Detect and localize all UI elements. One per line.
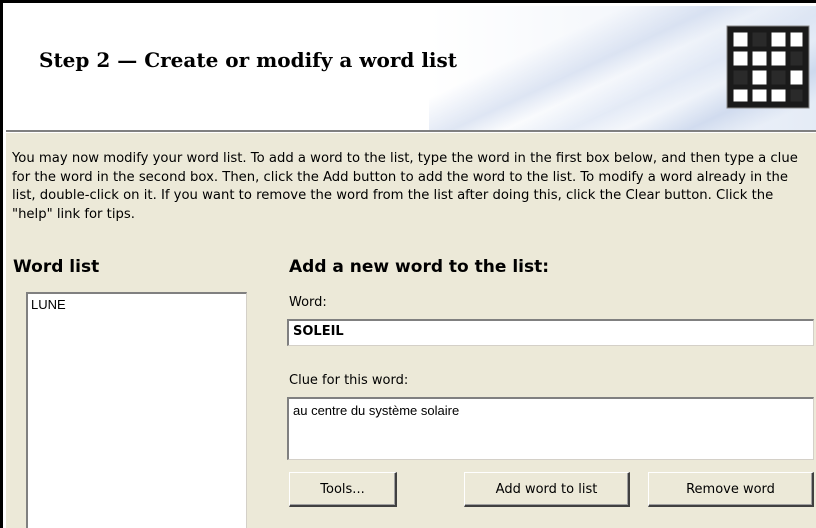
- wizard-body: You may now modify your word list. To ad…: [6, 133, 816, 528]
- remove-word-button[interactable]: Remove word: [648, 472, 814, 507]
- add-word-button[interactable]: Add word to list: [464, 472, 630, 507]
- clue-field[interactable]: au centre du système solaire: [287, 397, 814, 460]
- wizard-window: Step 2 — Create or modify a word list Yo…: [0, 0, 816, 528]
- word-field-label: Word:: [289, 295, 327, 310]
- word-list-box[interactable]: LUNE: [26, 292, 247, 528]
- instructions-text: You may now modify your word list. To ad…: [12, 151, 798, 222]
- word-list-heading: Word list: [13, 257, 100, 277]
- tools-button[interactable]: Tools...: [289, 472, 397, 507]
- crossword-grid-icon: [726, 25, 810, 109]
- list-item[interactable]: LUNE: [31, 297, 66, 312]
- add-word-heading: Add a new word to the list:: [289, 257, 550, 277]
- page-title: Step 2 — Create or modify a word list: [39, 48, 458, 72]
- word-field[interactable]: SOLEIL: [287, 319, 814, 346]
- clue-field-label: Clue for this word:: [289, 373, 409, 388]
- wizard-header: Step 2 — Create or modify a word list: [6, 6, 816, 130]
